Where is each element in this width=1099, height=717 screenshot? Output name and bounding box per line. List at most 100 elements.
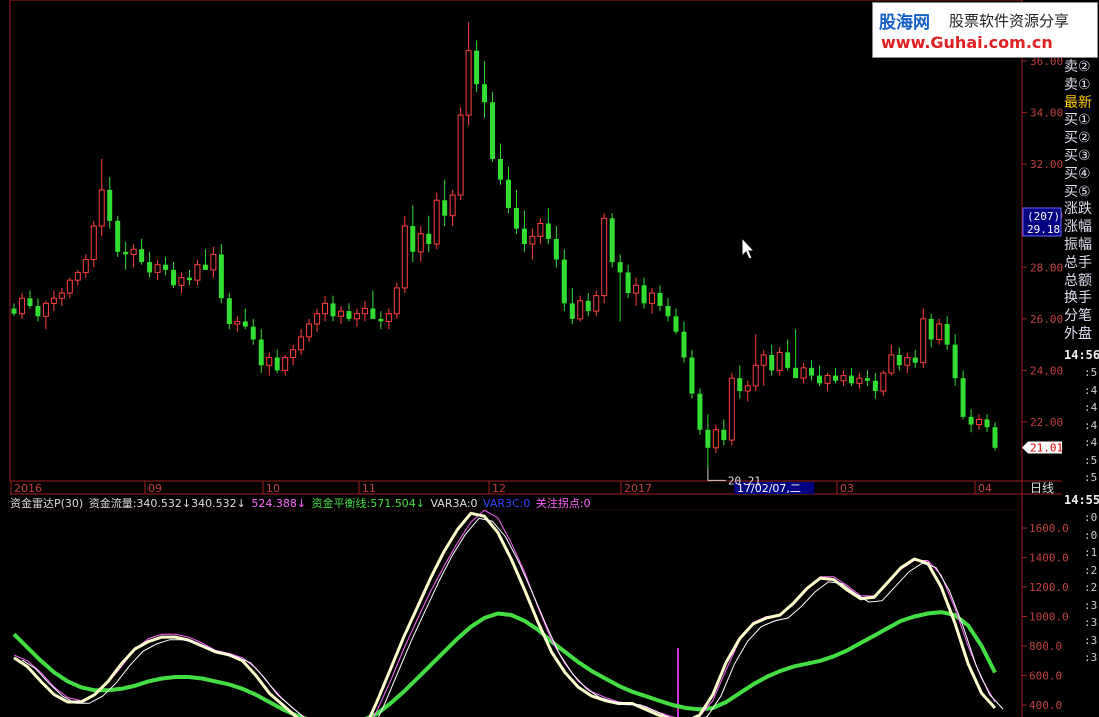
candle-body — [809, 367, 815, 376]
candle-body — [513, 207, 519, 229]
indicator-balance: 资金平衡线:571.504↓ — [311, 497, 425, 510]
candle-body — [98, 189, 105, 227]
candle-body — [912, 357, 918, 363]
indicator-pane — [12, 510, 1004, 717]
candle-body — [785, 352, 791, 368]
candle-body — [234, 320, 241, 325]
price-tick-label: 34.00 — [1030, 107, 1063, 120]
candle-body — [210, 253, 217, 271]
candle-body — [35, 305, 41, 317]
quote-column-value: :5 — [1084, 366, 1098, 379]
candle-body — [872, 380, 878, 392]
candle-body — [306, 323, 313, 338]
quote-panel-item: 最新 — [1064, 94, 1092, 111]
indicator-v2: 524.388↓ — [251, 497, 307, 510]
candle-body — [282, 357, 289, 371]
time-tick-label: 04 — [978, 482, 992, 495]
candle-body — [330, 303, 336, 317]
price-tick-label: 32.00 — [1030, 158, 1063, 171]
candle-body — [649, 292, 656, 304]
candle-body — [11, 308, 17, 314]
candle-body — [641, 285, 647, 304]
quote-panel-item: 买② — [1064, 130, 1091, 147]
candle-body — [410, 226, 416, 252]
candle-body — [50, 297, 57, 304]
last-price-label: 21.01 — [1030, 442, 1063, 455]
candle-body — [194, 264, 201, 281]
candle-body — [712, 429, 719, 449]
candle-body — [752, 364, 759, 387]
candle-body — [258, 339, 264, 366]
quote-column-value: :4 — [1084, 418, 1098, 432]
quote-panel-item: 买④ — [1064, 165, 1091, 182]
candle-body — [401, 225, 408, 289]
quote-column-value: :3 — [1084, 651, 1098, 664]
quote-column-value: :3 — [1084, 616, 1098, 629]
candle-body — [171, 269, 177, 286]
candle-body — [242, 321, 248, 327]
indicator-tick-label: 1600.0 — [1029, 522, 1069, 535]
candle-body — [346, 311, 352, 319]
chart-overlays: 20.21 — [707, 468, 761, 487]
candle-body — [840, 375, 847, 382]
candle-body — [689, 357, 695, 394]
candle-body — [290, 349, 297, 359]
candle-body — [393, 287, 400, 315]
candle-body — [274, 357, 280, 371]
candle-body — [449, 194, 456, 217]
candle-body — [936, 323, 943, 340]
price-axis: 36.0034.0032.0030.0028.0026.0024.0022.00… — [1022, 55, 1063, 455]
candle-body — [848, 375, 854, 384]
chart-frame — [9, 0, 1062, 717]
candle-body — [880, 372, 887, 392]
candle-body — [178, 277, 185, 286]
candle-body — [130, 248, 137, 255]
candlestick-series — [11, 22, 998, 469]
candle-body — [561, 259, 567, 304]
candle-body — [657, 293, 663, 306]
indicator-var3a: VAR3A:0 — [430, 497, 478, 510]
time-tick-label: 2016 — [14, 482, 42, 495]
candle-body — [776, 351, 783, 371]
indicator-tick-label: 600.0 — [1029, 670, 1062, 683]
candle-body — [800, 367, 807, 379]
quote-panel-item: 振幅 — [1064, 236, 1092, 253]
quote-column-1: :5:4:4:4:4:5:5 — [1084, 366, 1099, 489]
indicator-tick-label: 800.0 — [1029, 640, 1062, 653]
indicator-line — [12, 610, 997, 717]
candle-body — [322, 302, 329, 315]
indicator-name: 资金雷达P(30) — [10, 497, 84, 510]
quote-time-2: 14:55 — [1064, 493, 1099, 507]
time-tick-label: 11 — [362, 482, 376, 495]
quote-panel-item: 卖① — [1064, 76, 1091, 93]
candle-body — [147, 262, 153, 273]
chart-canvas[interactable]: 36.0034.0032.0030.0028.0026.0024.0022.00… — [0, 0, 1099, 717]
candle-body — [139, 249, 145, 263]
indicator-title: 资金雷达P(30) 资金流量:340.532↓340.532↓ 524.388↓… — [10, 495, 593, 511]
candle-body — [465, 50, 472, 116]
quote-panel: 卖② 卖① 最新 买① 买② 买③ 买④ 买⑤ 涨跌 涨幅 振幅 总手 总额 换手 分笔 外盘 — [1064, 58, 1099, 343]
site-logo[interactable]: 股海网 股票软件资源分享 www.Guhai.com.cn — [872, 2, 1098, 58]
candle-body — [537, 222, 544, 237]
candle-body — [42, 302, 49, 317]
quote-panel-item: 总额 — [1064, 272, 1092, 289]
time-tick-label: 2017 — [624, 482, 652, 495]
candle-body — [856, 377, 863, 384]
candle-body — [123, 251, 129, 255]
candle-body — [625, 272, 631, 294]
candle-body — [824, 375, 831, 384]
candle-body — [433, 199, 440, 245]
candle-body — [266, 357, 273, 366]
logo-brand: 股海网 — [879, 13, 930, 33]
candle-body — [601, 217, 608, 297]
candle-body — [585, 300, 591, 312]
candle-body — [505, 179, 511, 208]
indicator-focus: 关注拐点:0 — [535, 497, 591, 510]
candle-body — [888, 354, 895, 374]
candle-body — [769, 354, 775, 371]
candle-body — [474, 50, 480, 85]
candle-body — [115, 220, 121, 252]
candle-body — [952, 344, 958, 379]
quote-column-value: :4 — [1084, 401, 1098, 414]
logo-slogan: 股票软件资源分享 — [949, 12, 1070, 30]
